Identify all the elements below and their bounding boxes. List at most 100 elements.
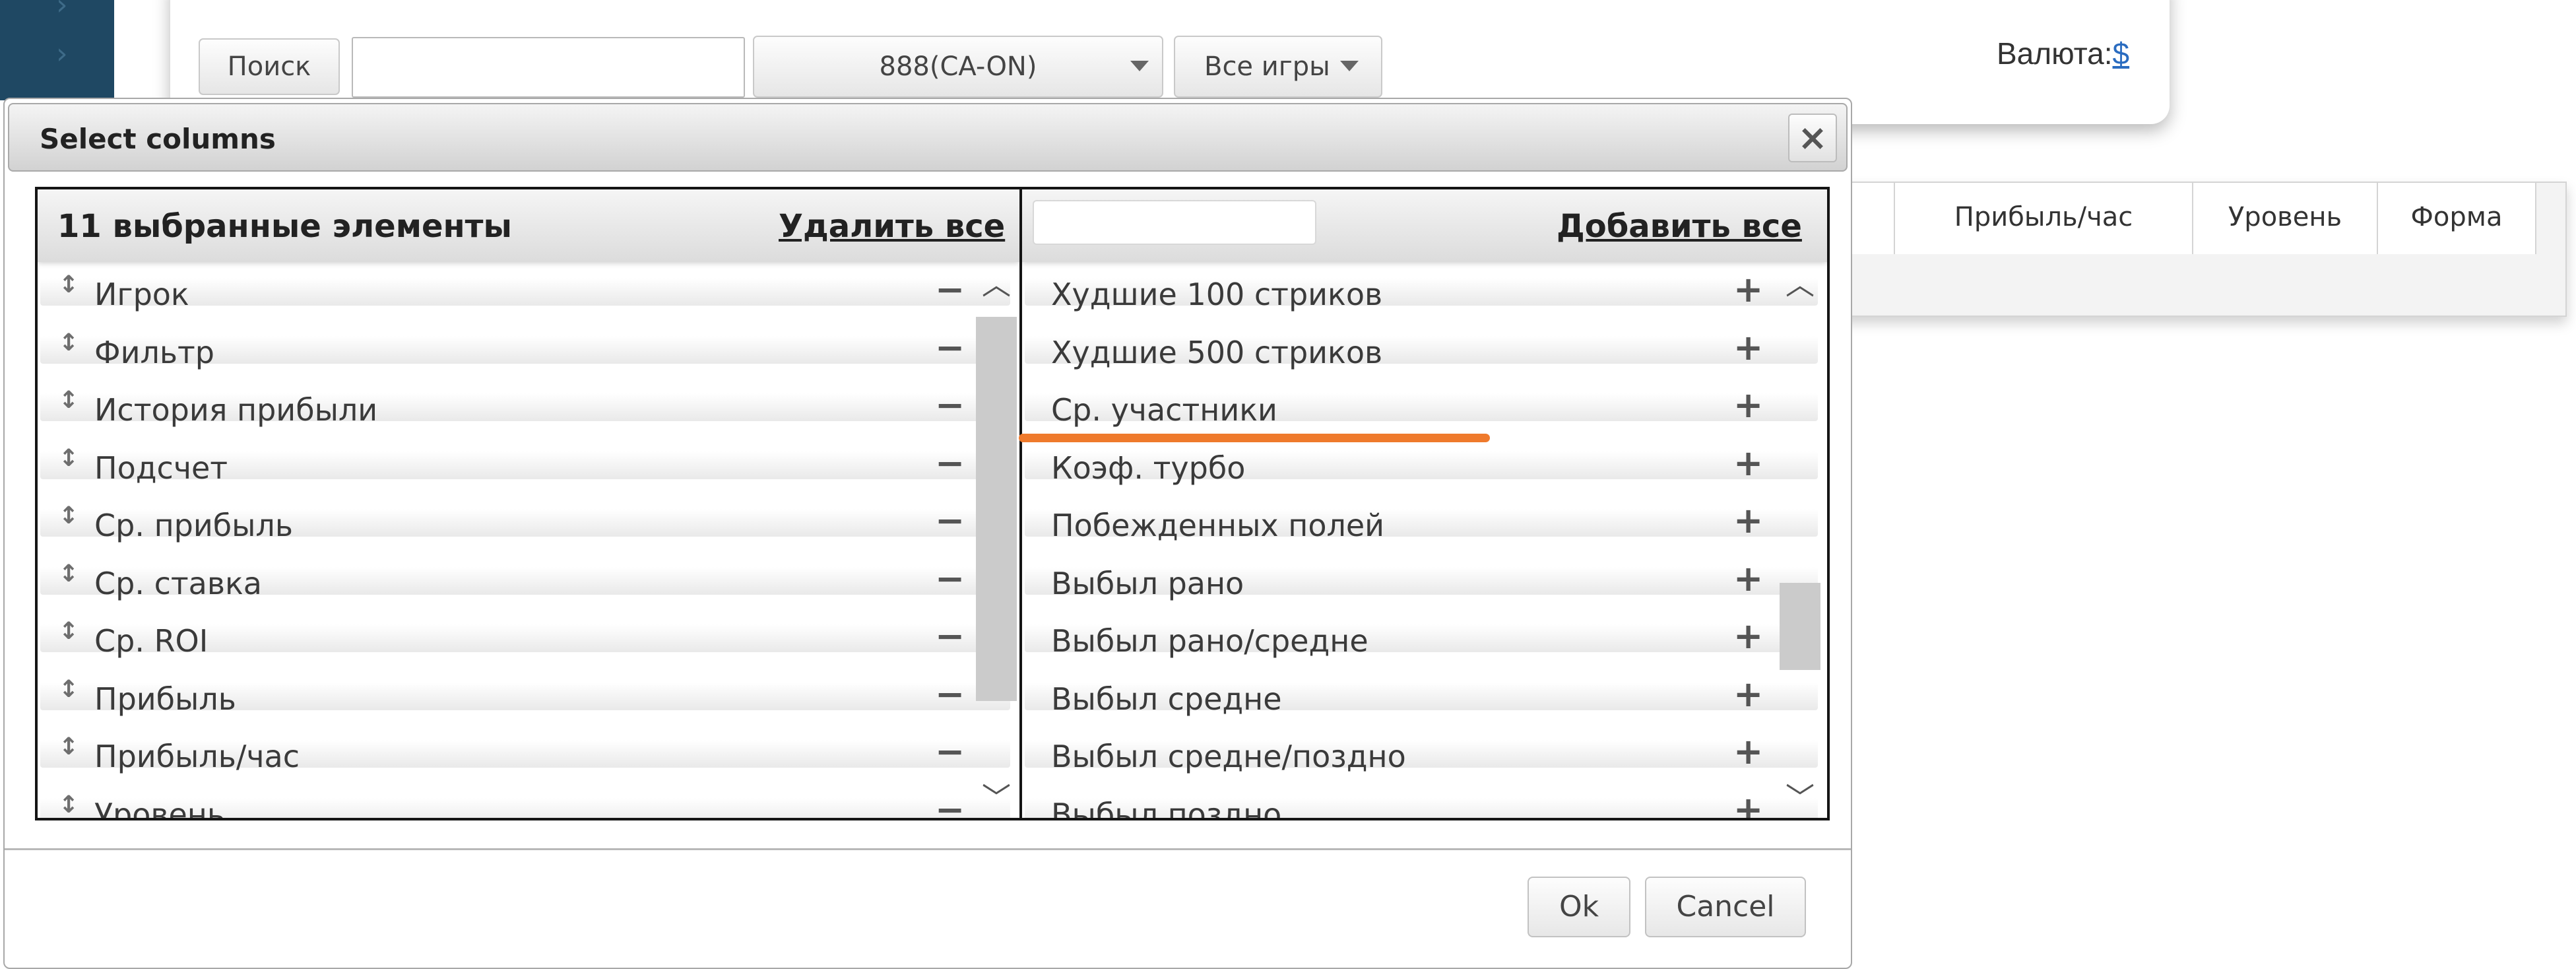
- search-input[interactable]: [352, 37, 745, 98]
- table-header-level[interactable]: Уровень: [2193, 183, 2378, 254]
- list-item[interactable]: Выбыл рано +: [1022, 551, 1827, 609]
- remove-icon[interactable]: −: [935, 500, 965, 541]
- scrollbar[interactable]: ︿ ﹀: [1780, 267, 1820, 817]
- list-item[interactable]: Коэф. турбо +: [1022, 436, 1827, 494]
- column-label: Прибыль/час: [94, 739, 300, 774]
- list-item[interactable]: Выбыл поздно +: [1022, 782, 1827, 819]
- drag-handle-icon[interactable]: ↕: [59, 791, 79, 819]
- filter-input[interactable]: [1033, 200, 1316, 245]
- column-label: Игрок: [94, 277, 189, 312]
- add-icon[interactable]: +: [1733, 327, 1763, 368]
- chevron-down-icon: [1340, 61, 1359, 71]
- add-icon[interactable]: +: [1733, 615, 1763, 657]
- column-label: Худшие 100 стриков: [1051, 277, 1383, 312]
- scrollbar-thumb[interactable]: [1780, 583, 1820, 670]
- drag-handle-icon[interactable]: ↕: [59, 271, 79, 298]
- column-label: Ср. участники: [1051, 392, 1277, 428]
- remove-icon[interactable]: −: [935, 673, 965, 715]
- drag-handle-icon[interactable]: ↕: [59, 733, 79, 760]
- add-icon[interactable]: +: [1733, 789, 1763, 819]
- select-columns-dialog: Select columns × 11 выбранные элементы У…: [3, 98, 1852, 969]
- scroll-up-icon[interactable]: ︿: [1780, 261, 1820, 303]
- column-label: Побежденных полей: [1051, 508, 1385, 543]
- column-label: Ср. прибыль: [94, 508, 293, 543]
- list-item[interactable]: ↕ Уровень −: [38, 782, 1019, 819]
- scroll-down-icon[interactable]: ﹀: [976, 774, 1017, 817]
- cancel-button[interactable]: Cancel: [1645, 877, 1806, 937]
- column-label: Выбыл средне: [1051, 681, 1282, 717]
- site-select[interactable]: 888(CA-ON): [753, 36, 1163, 98]
- scrollbar[interactable]: ︿ ﹀: [976, 267, 1017, 817]
- drag-handle-icon[interactable]: ↕: [59, 329, 79, 356]
- list-item[interactable]: Побежденных полей +: [1022, 493, 1827, 551]
- remove-icon[interactable]: −: [935, 327, 965, 368]
- remove-icon[interactable]: −: [935, 558, 965, 599]
- drag-handle-icon[interactable]: ↕: [59, 445, 79, 472]
- stats-table: Прибыль/час Уровень Форма: [1841, 182, 2567, 317]
- add-icon[interactable]: +: [1733, 269, 1763, 310]
- list-item[interactable]: ↕ Игрок −: [38, 262, 1019, 320]
- add-all-link[interactable]: Добавить все: [1557, 208, 1802, 245]
- list-item[interactable]: Выбыл рано/средне +: [1022, 609, 1827, 667]
- add-icon[interactable]: +: [1733, 442, 1763, 484]
- selected-columns-list: ↕ Игрок − ↕ Фильтр − ↕ История прибыли − ↕ Подсчет…: [38, 262, 1019, 818]
- add-icon[interactable]: +: [1733, 731, 1763, 772]
- column-label: Выбыл рано/средне: [1051, 623, 1368, 659]
- search-button[interactable]: Поиск: [199, 38, 340, 95]
- column-label: Подсчет: [94, 450, 228, 486]
- list-item[interactable]: ↕ Прибыль −: [38, 667, 1019, 725]
- remove-all-link[interactable]: Удалить все: [779, 208, 1005, 245]
- games-select-value: Все игры: [1204, 51, 1330, 82]
- drag-handle-icon[interactable]: ↕: [59, 387, 79, 414]
- selected-columns-pane: 11 выбранные элементы Удалить все ↕ Игрок…: [38, 189, 1022, 818]
- site-select-value: 888(CA-ON): [879, 51, 1037, 82]
- remove-icon[interactable]: −: [935, 384, 965, 426]
- list-item[interactable]: Выбыл средне +: [1022, 667, 1827, 725]
- drag-handle-icon[interactable]: ↕: [59, 560, 79, 587]
- ok-button[interactable]: Ok: [1528, 877, 1630, 937]
- remove-icon[interactable]: −: [935, 442, 965, 484]
- list-item[interactable]: ↕ Фильтр −: [38, 320, 1019, 378]
- list-item[interactable]: Ср. участники +: [1022, 378, 1827, 436]
- scroll-down-icon[interactable]: ﹀: [1780, 774, 1820, 817]
- remove-icon[interactable]: −: [935, 731, 965, 772]
- column-label: Выбыл рано: [1051, 565, 1244, 601]
- add-icon[interactable]: +: [1733, 558, 1763, 599]
- dialog-divider: [5, 848, 1851, 850]
- table-header-form[interactable]: Форма: [2378, 183, 2536, 254]
- column-label: Фильтр: [94, 334, 215, 370]
- column-label: Коэф. турбо: [1051, 450, 1246, 486]
- currency-link[interactable]: $: [2113, 36, 2130, 71]
- drag-handle-icon[interactable]: ↕: [59, 618, 79, 645]
- scrollbar-thumb[interactable]: [976, 317, 1017, 701]
- available-columns-header: Добавить все: [1022, 189, 1827, 262]
- list-item[interactable]: ↕ Подсчет −: [38, 436, 1019, 494]
- add-icon[interactable]: +: [1733, 500, 1763, 541]
- list-item[interactable]: Худшие 100 стриков +: [1022, 262, 1827, 320]
- close-icon[interactable]: ×: [1788, 114, 1837, 162]
- dialog-titlebar[interactable]: Select columns ×: [8, 103, 1848, 172]
- remove-icon[interactable]: −: [935, 789, 965, 819]
- dialog-title: Select columns: [40, 123, 276, 155]
- currency-label: Валюта:: [1997, 36, 2113, 71]
- column-label: Ср. ROI: [94, 623, 209, 659]
- chevron-down-icon: [1130, 61, 1149, 71]
- list-item[interactable]: ↕ Прибыль/час −: [38, 724, 1019, 782]
- add-icon[interactable]: +: [1733, 673, 1763, 715]
- table-header-profit-per-hour[interactable]: Прибыль/час: [1895, 183, 2193, 254]
- list-item[interactable]: ↕ Ср. ставка −: [38, 551, 1019, 609]
- list-item[interactable]: ↕ Ср. ROI −: [38, 609, 1019, 667]
- add-icon[interactable]: +: [1733, 384, 1763, 426]
- scroll-up-icon[interactable]: ︿: [976, 261, 1017, 303]
- list-item[interactable]: ↕ История прибыли −: [38, 378, 1019, 436]
- drag-handle-icon[interactable]: ↕: [59, 502, 79, 529]
- drag-handle-icon[interactable]: ↕: [59, 676, 79, 703]
- list-item[interactable]: Выбыл средне/поздно +: [1022, 724, 1827, 782]
- list-item[interactable]: Худшие 500 стриков +: [1022, 320, 1827, 378]
- list-item[interactable]: ↕ Ср. прибыль −: [38, 493, 1019, 551]
- chevron-right-icon[interactable]: ›: [56, 40, 68, 69]
- remove-icon[interactable]: −: [935, 615, 965, 657]
- remove-icon[interactable]: −: [935, 269, 965, 310]
- chevron-right-icon[interactable]: ›: [56, 0, 68, 20]
- games-select[interactable]: Все игры: [1174, 36, 1382, 98]
